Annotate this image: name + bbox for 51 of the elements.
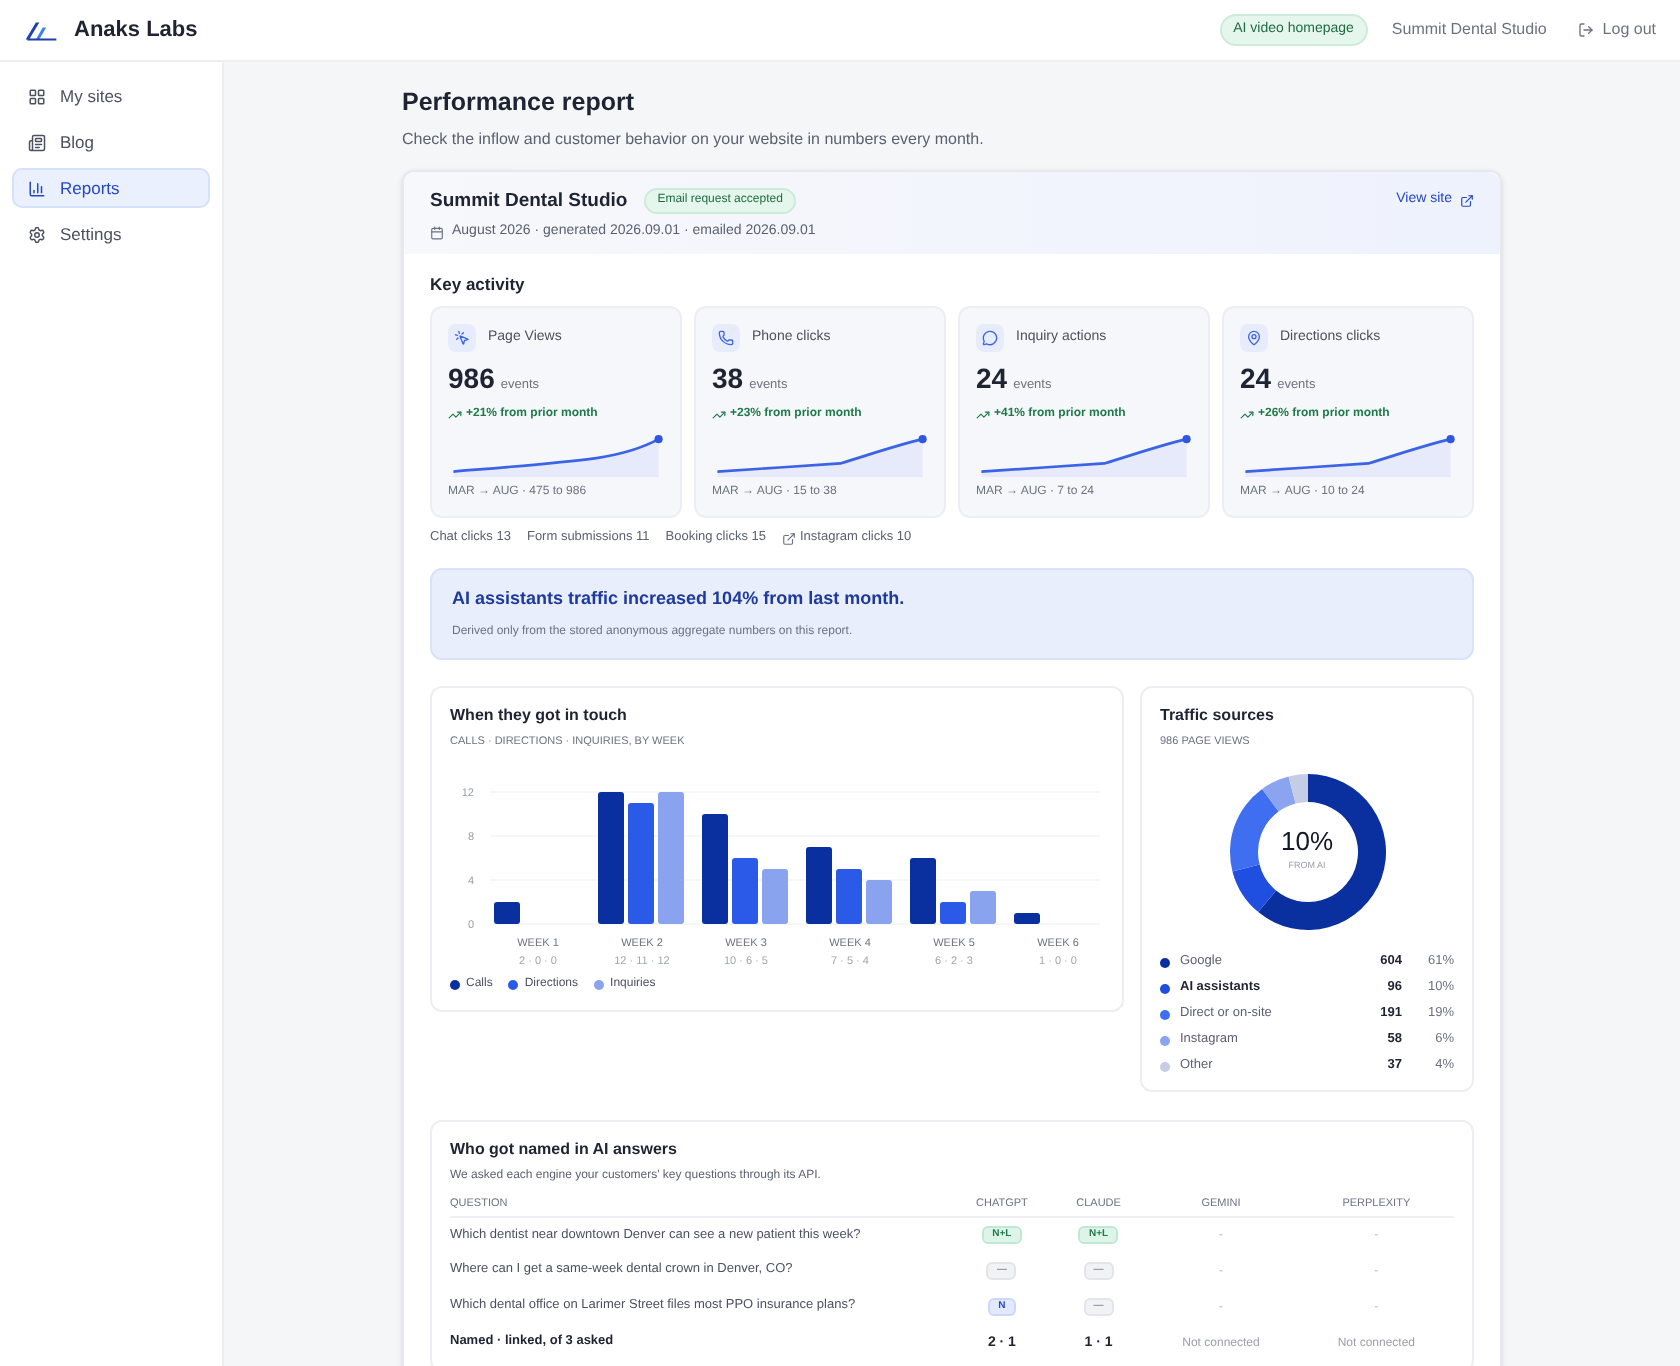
bar [628, 802, 654, 924]
bar [940, 901, 966, 924]
sidebar-item[interactable]: My sites [12, 76, 210, 116]
page-subtitle: Check the inflow and customer behavior on your website in numbers every month. [402, 127, 986, 152]
bar [658, 791, 684, 924]
trend-up-icon [1240, 408, 1254, 423]
bar [1014, 912, 1040, 924]
metric-value: 986 [448, 364, 495, 393]
donut-center-value: 10% [1280, 828, 1334, 855]
answers-title: Who got named in AI answers [450, 1137, 679, 1162]
grid-icon [28, 87, 46, 105]
traffic-title: Traffic sources [1160, 704, 1276, 729]
settings-icon [28, 225, 46, 243]
external-link-icon [782, 531, 796, 545]
metric-value: 38 [712, 364, 744, 393]
sidebar-item[interactable]: Blog [12, 122, 210, 162]
bar [970, 890, 996, 924]
metric-value: 24 [1240, 364, 1272, 393]
site-name: Summit Dental Studio [1391, 18, 1547, 42]
brand-name: Anaks Labs [74, 15, 198, 46]
bar [762, 868, 788, 924]
calendar-icon [430, 225, 444, 240]
bar [866, 879, 892, 924]
bar-chart-icon [28, 179, 46, 197]
bar [806, 846, 832, 924]
bar [836, 868, 862, 924]
external-link-icon [1460, 194, 1474, 209]
trend-up-icon [448, 408, 462, 423]
newspaper-icon [28, 133, 46, 151]
map-pin-icon [1246, 330, 1262, 347]
page-title: Performance report [402, 88, 637, 120]
logo-icon [24, 19, 58, 41]
report-site-name: Summit Dental Studio [430, 187, 628, 216]
section-title: Key activity [430, 271, 527, 297]
insight-headline: AI assistants traffic increased 104% from last month. [452, 585, 907, 612]
bar [702, 813, 728, 924]
phone-icon [718, 330, 734, 347]
chat-bubble-icon [982, 330, 998, 347]
sidebar-item[interactable]: Settings [12, 214, 210, 254]
logout-icon [1578, 22, 1595, 38]
chart-title: When they got in touch [450, 704, 629, 729]
bar [598, 791, 624, 924]
trend-up-icon [712, 408, 726, 423]
bar [732, 857, 758, 924]
trend-up-icon [976, 408, 990, 423]
cursor-click-icon [454, 330, 470, 347]
logout-button[interactable]: Log out [1578, 18, 1656, 42]
metric-value: 24 [976, 364, 1008, 393]
sidebar-item[interactable]: Reports [12, 168, 210, 208]
bar [494, 901, 520, 924]
bar [910, 857, 936, 924]
